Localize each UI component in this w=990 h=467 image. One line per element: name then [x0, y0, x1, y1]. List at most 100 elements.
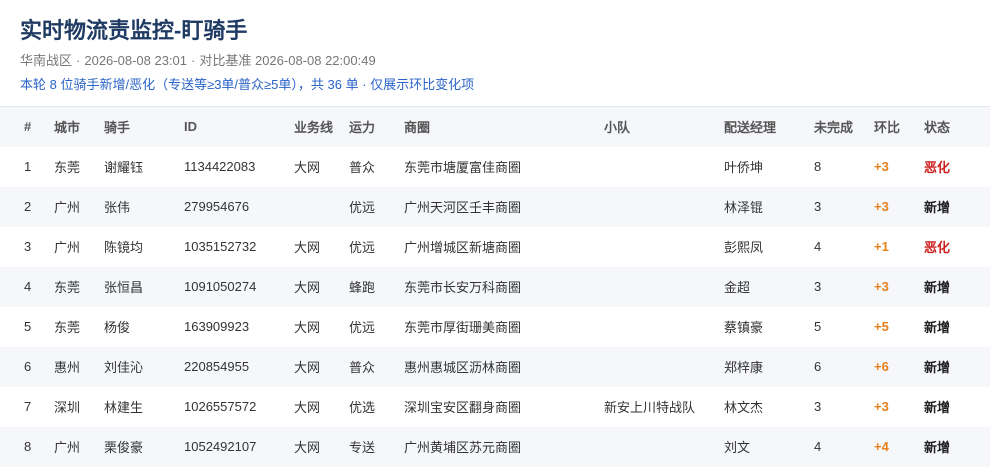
cell-manager: 郑梓康	[724, 360, 764, 375]
cell-pending: 3	[814, 279, 822, 294]
col-header-delta: 环比	[874, 120, 901, 136]
cell-pending: 3	[814, 199, 822, 214]
table-row[interactable]: 4 东莞 张恒昌 1091050274 大网 蜂跑 东莞市长安万科商圈 金超 3 +3 新增	[0, 266, 990, 307]
cell-zone: 广州黄埔区苏元商圈	[404, 440, 522, 455]
cell-delta: +3	[874, 279, 889, 294]
cell-manager: 蔡镇豪	[724, 320, 764, 335]
current-time: 2026-08-08 23:01	[84, 53, 188, 68]
cell-city: 广州	[54, 440, 81, 455]
cell-business-line: 大网	[294, 280, 321, 295]
cell-city: 东莞	[54, 320, 81, 335]
rider-table-container: # 城市 骑手 ID 业务线 运力 商圈 小队 配送经理 未完成 环比 状态 1…	[0, 106, 990, 467]
cell-status: 恶化	[924, 160, 951, 175]
cell-capacity: 专送	[349, 440, 376, 455]
cell-index: 4	[24, 279, 32, 294]
cell-status: 新增	[924, 200, 951, 215]
cell-team	[604, 227, 724, 267]
table-row[interactable]: 2 广州 张伟 279954676 优远 广州天河区壬丰商圈 林泽锟 3 +3 新增	[0, 186, 990, 227]
cell-delta: +3	[874, 159, 889, 174]
col-header-manager: 配送经理	[724, 120, 777, 136]
cell-rider-id: 1035152732	[184, 239, 257, 254]
cell-zone: 广州天河区壬丰商圈	[404, 200, 522, 215]
cell-manager: 叶侨坤	[724, 160, 764, 175]
cell-team	[604, 307, 724, 347]
cell-manager: 刘文	[724, 440, 751, 455]
cell-capacity: 优选	[349, 400, 376, 415]
col-header-business-line: 业务线	[294, 120, 334, 136]
cell-team	[604, 187, 724, 227]
cell-delta: +3	[874, 199, 889, 214]
table-body: 1 东莞 谢耀钰 1134422083 大网 普众 东莞市塘厦富佳商圈 叶侨坤 8 +3 恶化 2 广州…	[0, 147, 990, 467]
table-row[interactable]: 3 广州 陈镜均 1035152732 大网 优远 广州增城区新塘商圈 彭熙凤 4 +1 恶化	[0, 227, 990, 267]
cell-city: 东莞	[54, 160, 81, 175]
cell-delta: +6	[874, 359, 889, 374]
cell-status: 新增	[924, 400, 951, 415]
cell-pending: 3	[814, 399, 822, 414]
cell-capacity: 蜂跑	[349, 280, 376, 295]
cell-delta: +5	[874, 319, 889, 334]
cell-index: 3	[24, 239, 32, 254]
cell-manager: 彭熙凤	[724, 240, 764, 255]
cell-city: 广州	[54, 240, 81, 255]
cell-zone: 惠州惠城区沥林商圈	[404, 360, 522, 375]
col-header-rider: 骑手	[104, 120, 131, 136]
cell-rider: 林建生	[104, 400, 144, 415]
summary-note: 本轮 8 位骑手新增/恶化（专送等≥3单/普众≥5单），共 36 单 · 仅展示…	[20, 77, 475, 92]
cell-business-line: 大网	[294, 360, 321, 375]
cell-capacity: 优远	[349, 240, 376, 255]
cell-index: 1	[24, 159, 32, 174]
table-row[interactable]: 7 深圳 林建生 1026557572 大网 优选 深圳宝安区翻身商圈 新安上川特战队 林文杰 3…	[0, 387, 990, 427]
cell-rider: 张恒昌	[104, 280, 144, 295]
cell-manager: 金超	[724, 280, 751, 295]
cell-pending: 4	[814, 439, 822, 454]
cell-team	[604, 427, 724, 467]
cell-business-line: 大网	[294, 400, 321, 415]
cell-capacity: 优远	[349, 320, 376, 335]
col-header-id: ID	[184, 119, 197, 135]
cell-rider-id: 1134422083	[184, 159, 256, 174]
cell-team	[604, 267, 724, 307]
region-label: 华南战区	[20, 53, 73, 68]
cell-zone: 东莞市厚街珊美商圈	[404, 320, 522, 335]
cell-zone: 东莞市长安万科商圈	[404, 280, 522, 295]
cell-business-line: 大网	[294, 320, 321, 335]
table-row[interactable]: 6 惠州 刘佳沁 220854955 大网 普众 惠州惠城区沥林商圈 郑梓康 6 +6 新增	[0, 346, 990, 387]
cell-rider: 杨俊	[104, 320, 131, 335]
cell-manager: 林文杰	[724, 400, 764, 415]
cell-team	[604, 347, 724, 387]
meta-line: 华南战区 · 2026-08-08 23:01 · 对比基准 2026-08-08 22…	[20, 53, 376, 68]
cell-city: 深圳	[54, 400, 81, 415]
cell-zone: 深圳宝安区翻身商圈	[404, 400, 522, 415]
cell-pending: 5	[814, 319, 822, 334]
cell-index: 7	[24, 399, 32, 414]
cell-delta: +4	[874, 439, 889, 454]
cell-business-line: 大网	[294, 160, 321, 175]
table-row[interactable]: 1 东莞 谢耀钰 1134422083 大网 普众 东莞市塘厦富佳商圈 叶侨坤 8 +3 恶化	[0, 147, 990, 187]
table-row[interactable]: 8 广州 栗俊豪 1052492107 大网 专送 广州黄埔区苏元商圈 刘文 4 +4 新增	[0, 426, 990, 467]
cell-status: 恶化	[924, 240, 951, 255]
cell-index: 2	[24, 199, 32, 214]
cell-rider: 刘佳沁	[104, 360, 144, 375]
col-header-status: 状态	[924, 120, 951, 136]
cell-capacity: 优远	[349, 200, 376, 215]
cell-city: 东莞	[54, 280, 81, 295]
cell-status: 新增	[924, 440, 951, 455]
cell-city: 惠州	[54, 360, 81, 375]
cell-business-line: 大网	[294, 240, 321, 255]
cell-capacity: 普众	[349, 160, 376, 175]
cell-status: 新增	[924, 320, 951, 335]
col-header-capacity: 运力	[349, 120, 376, 136]
cell-rider-id: 1091050274	[184, 279, 257, 294]
col-header-team: 小队	[604, 120, 631, 136]
cell-rider: 谢耀钰	[104, 160, 144, 175]
cell-index: 6	[24, 359, 32, 374]
table-header-row: # 城市 骑手 ID 业务线 运力 商圈 小队 配送经理 未完成 环比 状态	[0, 106, 990, 147]
cell-business-line: 大网	[294, 440, 321, 455]
cell-rider-id: 279954676	[184, 199, 250, 214]
cell-rider-id: 1052492107	[184, 439, 257, 454]
baseline-time: 对比基准 2026-08-08 22:00:49	[199, 53, 376, 68]
table-row[interactable]: 5 东莞 杨俊 163909923 大网 优远 东莞市厚街珊美商圈 蔡镇豪 5 +5 新增	[0, 307, 990, 347]
cell-rider: 栗俊豪	[104, 440, 144, 455]
cell-rider: 张伟	[104, 200, 131, 215]
cell-index: 8	[24, 439, 32, 454]
